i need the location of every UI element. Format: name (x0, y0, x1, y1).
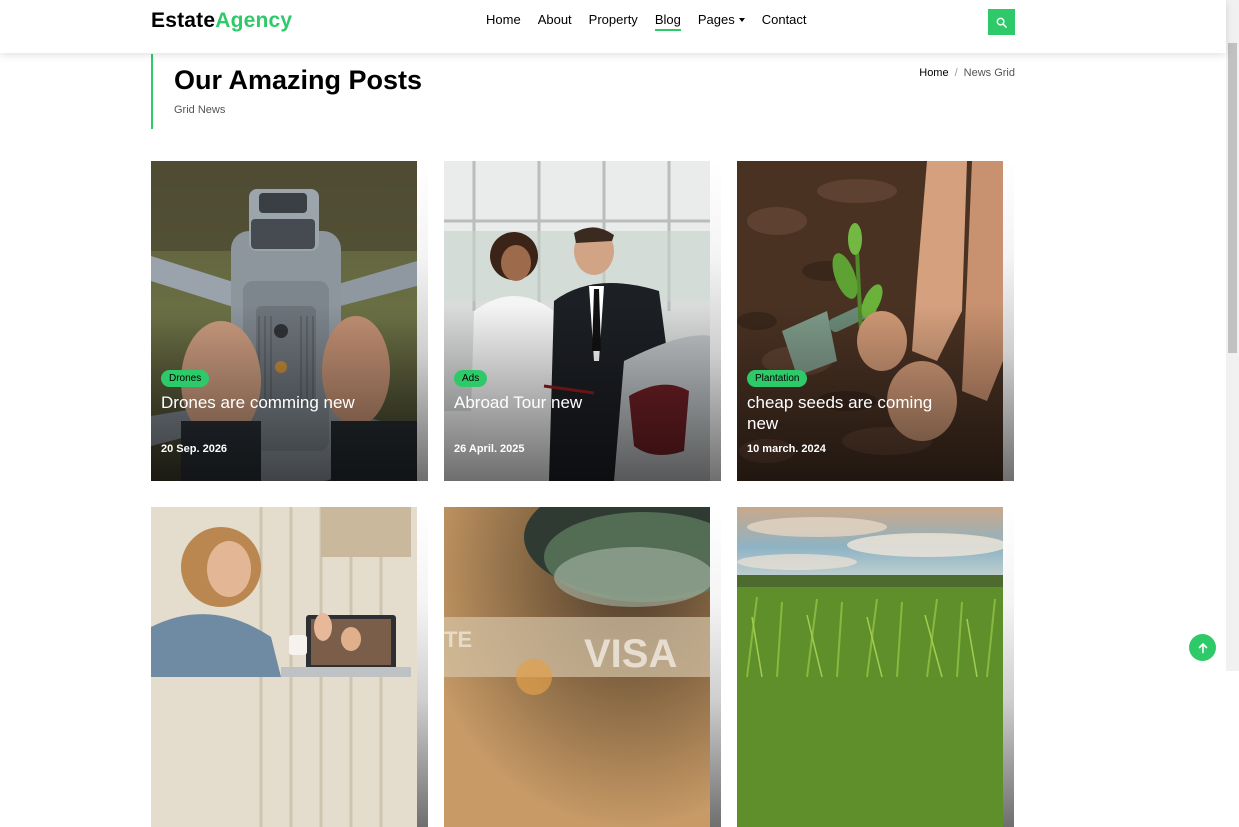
card-edge-fade (1003, 507, 1014, 827)
page-scrollbar[interactable] (1226, 0, 1239, 671)
post-card[interactable]: Plantation cheap seeds are coming new 10… (737, 161, 1014, 481)
breadcrumb-separator: / (954, 67, 958, 79)
nav-contact-label: Contact (761, 12, 807, 27)
category-badge[interactable]: Drones (161, 370, 210, 387)
post-card[interactable]: Ads Abroad Tour new 26 April. 2025 (444, 161, 721, 481)
post-title[interactable]: Abroad Tour new (454, 392, 654, 413)
brand-part-2: Agency (215, 9, 293, 32)
page-subtitle: Grid News (174, 104, 226, 116)
post-title[interactable]: Drones are comming new (161, 392, 361, 413)
card-edge-fade (417, 507, 428, 827)
nav-home[interactable]: Home (486, 12, 521, 30)
credit-card-image: VISA TE (444, 507, 710, 827)
page-title: Our Amazing Posts (174, 65, 423, 95)
card-edge-fade (1003, 161, 1014, 481)
intro-section: Our Amazing Posts Grid News Home / News … (151, 54, 1015, 129)
post-card[interactable] (151, 507, 428, 827)
crop-field-image (737, 507, 1003, 827)
nav-contact[interactable]: Contact (762, 12, 807, 30)
brand-part-1: Estate (151, 9, 216, 32)
nav-property-label: Property (588, 12, 638, 27)
arrow-up-icon (1198, 642, 1207, 653)
brand-logo[interactable]: EstateAgency (151, 9, 292, 33)
nav-blog-label: Blog (654, 12, 681, 27)
search-icon (996, 17, 1007, 28)
caret-down-icon (738, 18, 745, 22)
main-nav: Home About Property Blog Pages Contact (486, 12, 824, 31)
breadcrumb-home[interactable]: Home (919, 67, 948, 79)
card-overlay (444, 161, 710, 481)
nav-pages-dropdown[interactable]: Pages (698, 12, 745, 30)
nav-about[interactable]: About (538, 12, 572, 30)
nav-property[interactable]: Property (589, 12, 638, 30)
navbar: EstateAgency Home About Property Blog Pa… (0, 0, 1226, 53)
search-button[interactable] (988, 9, 1015, 35)
nav-pages-label: Pages (697, 12, 735, 27)
post-card[interactable]: VISA TE (444, 507, 721, 827)
post-card[interactable] (737, 507, 1014, 827)
nav-about-label: About (537, 12, 572, 27)
svg-text:TE: TE (444, 627, 472, 652)
category-badge[interactable]: Plantation (747, 370, 808, 387)
breadcrumb-current: News Grid (963, 67, 1015, 79)
card-edge-fade (710, 161, 721, 481)
card-edge-fade (417, 161, 428, 481)
card-overlay (151, 161, 417, 481)
post-date: 20 Sep. 2026 (161, 443, 228, 455)
card-edge-fade (710, 507, 721, 827)
post-date: 26 April. 2025 (454, 443, 525, 455)
post-date: 10 march. 2024 (747, 443, 826, 455)
back-to-top-button[interactable] (1189, 634, 1216, 661)
category-badge[interactable]: Ads (454, 370, 488, 387)
nav-home-label: Home (486, 12, 521, 27)
post-title[interactable]: cheap seeds are coming new (747, 392, 947, 434)
nav-blog[interactable]: Blog (654, 12, 681, 31)
svg-text:VISA: VISA (584, 632, 677, 676)
video-call-image (151, 507, 417, 827)
post-card[interactable]: Drones Drones are comming new 20 Sep. 20… (151, 161, 428, 481)
scrollbar-thumb[interactable] (1228, 43, 1237, 353)
breadcrumb: Home / News Grid (919, 67, 1015, 79)
